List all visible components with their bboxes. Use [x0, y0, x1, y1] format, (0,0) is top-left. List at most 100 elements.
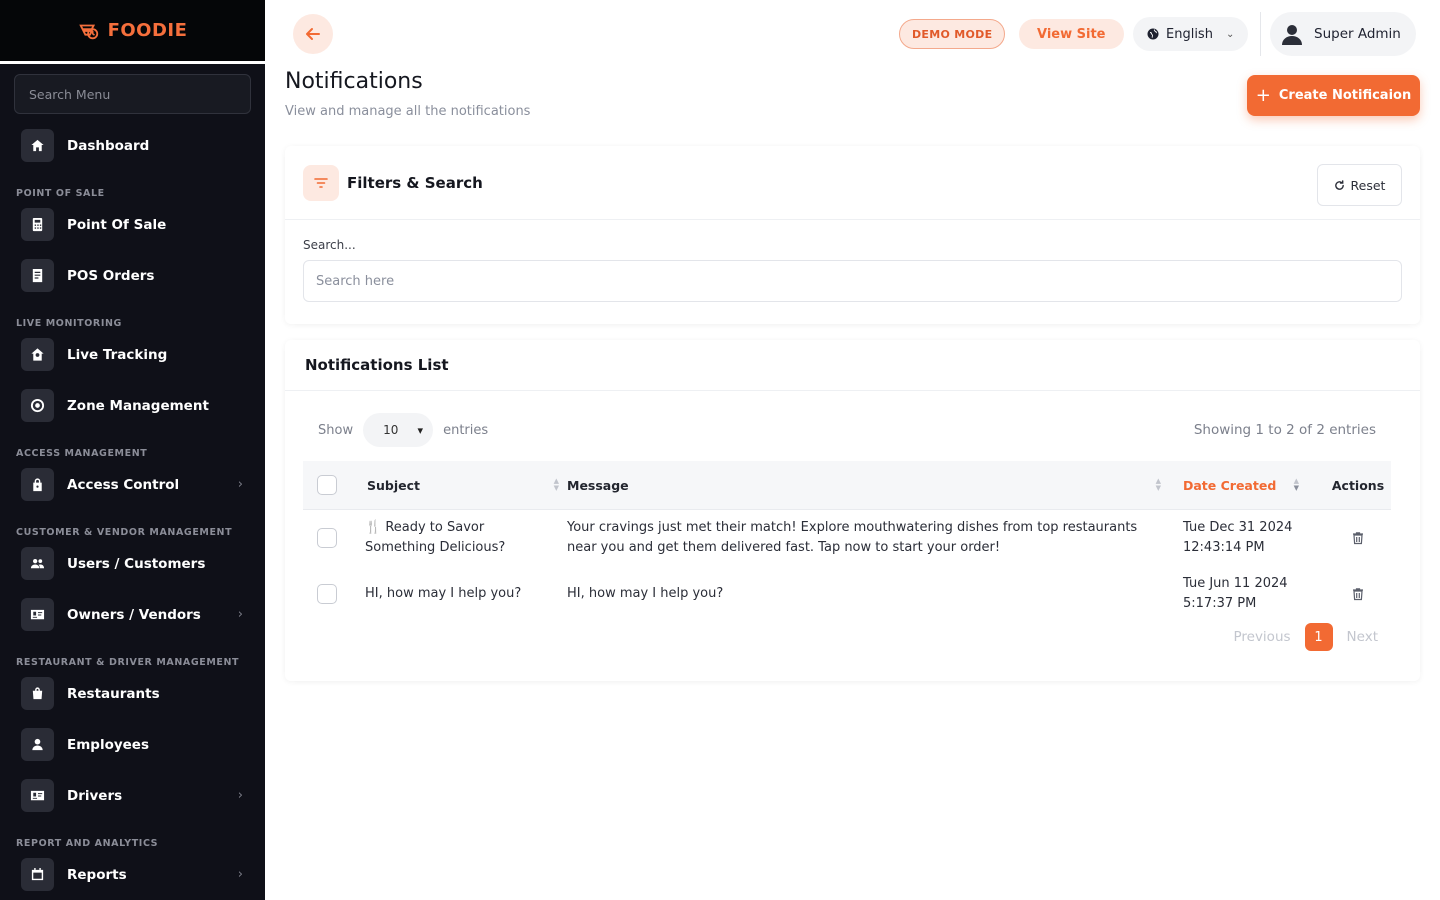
column-label: Actions	[1331, 477, 1385, 493]
arrow-left-icon	[306, 28, 320, 40]
date-text: Tue Jun 11 2024	[1183, 576, 1288, 591]
target-icon	[21, 389, 54, 422]
reset-button[interactable]: Reset	[1317, 164, 1402, 206]
create-notification-label: Create Notificaion	[1278, 88, 1412, 103]
actions-cell	[1325, 587, 1391, 601]
search-menu-input[interactable]	[29, 86, 236, 102]
sort-desc-icon: ▲ ▼	[1293, 477, 1299, 492]
sidebar-item-users-customers[interactable]: Users / Customers	[0, 538, 265, 589]
subject-text: 🍴 Ready to Savor	[365, 520, 485, 535]
actions-cell	[1325, 531, 1391, 545]
person-icon	[21, 728, 54, 761]
date-cell: Tue Jun 11 2024 5:17:37 PM	[1181, 574, 1325, 614]
plus-icon: +	[1255, 84, 1271, 106]
show-label: Show	[318, 422, 354, 438]
subject-cell: HI, how may I help you?	[365, 584, 565, 604]
row-select-cell	[303, 584, 365, 604]
refresh-icon	[1334, 179, 1344, 190]
create-notification-button[interactable]: + Create Notificaion	[1247, 75, 1420, 116]
sidebar: FOODIE Dashboard POINT OF SALE Point Of …	[0, 0, 265, 900]
pagination: Previous 1 Next	[1233, 623, 1378, 651]
users-icon	[21, 547, 54, 580]
sidebar-item-pos-orders[interactable]: POS Orders	[0, 250, 265, 301]
subject-cell: 🍴 Ready to Savor Something Delicious?	[365, 518, 565, 558]
row-checkbox[interactable]	[317, 528, 337, 548]
user-menu[interactable]: Super Admin	[1270, 12, 1416, 56]
filter-icon	[303, 164, 339, 201]
message-text: HI, how may I help you?	[567, 586, 724, 601]
sidebar-section-title: ACCESS MANAGEMENT	[16, 448, 148, 459]
page-number-button[interactable]: 1	[1304, 623, 1333, 651]
bag-icon	[21, 677, 54, 710]
sidebar-item-label: Owners / Vendors	[67, 606, 201, 623]
sidebar-item-label: Employees	[67, 736, 150, 753]
sidebar-section-title: LIVE MONITORING	[16, 318, 122, 329]
brand-name: FOODIE	[107, 20, 188, 41]
column-label: Message	[567, 477, 629, 493]
sidebar-item-zone-management[interactable]: Zone Management	[0, 380, 265, 431]
calendar-icon	[21, 858, 54, 891]
table-row: 🍴 Ready to Savor Something Delicious? Yo…	[303, 510, 1391, 566]
sidebar-item-live-tracking[interactable]: Live Tracking	[0, 329, 265, 380]
column-date-created[interactable]: Date Created ▲ ▼	[1181, 461, 1325, 509]
sidebar-item-employees[interactable]: Employees	[0, 719, 265, 770]
sidebar-item-label: Reports	[67, 866, 127, 883]
page-subtitle: View and manage all the notifications	[285, 104, 531, 119]
view-site-button[interactable]: View Site	[1019, 19, 1124, 49]
user-avatar-icon	[1282, 25, 1302, 45]
entries-info: Showing 1 to 2 of 2 entries	[1193, 422, 1376, 438]
sidebar-item-label: Drivers	[67, 787, 123, 804]
sidebar-item-access-control[interactable]: Access Control ›	[0, 459, 265, 510]
row-checkbox[interactable]	[317, 584, 337, 604]
language-selector[interactable]: English ⌄	[1133, 17, 1249, 51]
message-cell: Your cravings just met their match! Expl…	[565, 518, 1181, 558]
sidebar-section-title: CUSTOMER & VENDOR MANAGEMENT	[16, 527, 233, 538]
chevron-right-icon: ›	[237, 788, 243, 803]
sidebar-item-drivers[interactable]: Drivers ›	[0, 770, 265, 821]
chevron-right-icon: ›	[237, 867, 243, 882]
subject-text: Something Delicious?	[365, 540, 506, 555]
message-text: Your cravings just met their match! Expl…	[567, 520, 1138, 535]
page-size-select[interactable]: 10 ▾	[363, 413, 434, 447]
column-message[interactable]: Message ▲ ▼	[565, 461, 1181, 509]
language-label: English	[1166, 26, 1213, 42]
home-icon	[21, 129, 54, 162]
trash-icon[interactable]	[1351, 587, 1365, 601]
back-button[interactable]	[293, 14, 333, 54]
sidebar-item-label: POS Orders	[67, 267, 155, 284]
chevron-down-icon: ▾	[417, 423, 424, 437]
sidebar-item-label: Access Control	[67, 476, 180, 493]
select-all-cell	[303, 461, 365, 509]
entries-label: entries	[443, 422, 489, 438]
sidebar-item-label: Restaurants	[67, 685, 160, 702]
brand-logo[interactable]: FOODIE	[0, 0, 265, 64]
search-input[interactable]	[303, 260, 1402, 302]
previous-page-button[interactable]: Previous	[1233, 629, 1290, 645]
column-subject[interactable]: Subject ▲ ▼	[365, 461, 565, 509]
column-label: Subject	[367, 477, 420, 493]
demo-mode-badge: DEMO MODE	[899, 19, 1006, 49]
sidebar-item-label: Point Of Sale	[67, 216, 167, 233]
sidebar-item-label: Users / Customers	[67, 555, 206, 572]
sidebar-item-reports[interactable]: Reports ›	[0, 849, 265, 900]
message-cell: HI, how may I help you?	[565, 584, 1181, 604]
select-all-checkbox[interactable]	[317, 475, 337, 495]
time-text: 5:17:37 PM	[1183, 596, 1257, 611]
trash-icon[interactable]	[1351, 531, 1365, 545]
sidebar-item-restaurants[interactable]: Restaurants	[0, 668, 265, 719]
id-card-icon	[21, 779, 54, 812]
page-title: Notifications	[285, 69, 423, 94]
search-menu-field[interactable]	[14, 74, 251, 114]
sidebar-item-dashboard[interactable]: Dashboard	[0, 120, 265, 171]
search-label: Search...	[303, 238, 356, 252]
list-title: Notifications List	[285, 340, 1420, 391]
date-cell: Tue Dec 31 2024 12:43:14 PM	[1181, 518, 1325, 558]
subject-text: HI, how may I help you?	[365, 586, 522, 601]
next-page-button[interactable]: Next	[1347, 629, 1378, 645]
sidebar-item-point-of-sale[interactable]: Point Of Sale	[0, 199, 265, 250]
lock-icon	[21, 468, 54, 501]
sidebar-section-title: REPORT AND ANALYTICS	[16, 838, 159, 849]
tracking-icon	[21, 338, 54, 371]
sidebar-section-title: RESTAURANT & DRIVER MANAGEMENT	[16, 657, 240, 668]
sidebar-item-owners-vendors[interactable]: Owners / Vendors ›	[0, 589, 265, 640]
